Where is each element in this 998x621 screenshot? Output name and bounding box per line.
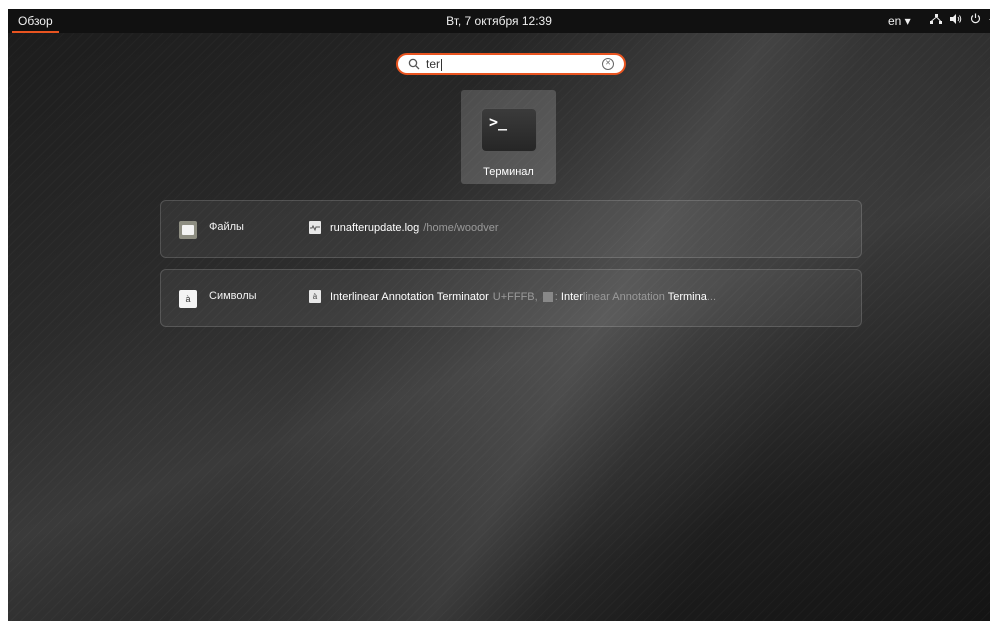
log-file-icon xyxy=(309,221,321,234)
text-cursor xyxy=(441,58,443,71)
char-code: U+FFFB, xyxy=(492,290,538,303)
desc-highlight: Inter xyxy=(560,290,583,303)
search-result-file[interactable]: runafterupdate.log /home/woodver xyxy=(309,221,499,234)
result-title: Interlinear Annotation Terminator xyxy=(330,290,489,303)
characters-icon[interactable]: à xyxy=(179,290,197,308)
terminal-glyph: >_ xyxy=(489,113,508,131)
provider-files: Файлы runafterupdate.log /home/woodver xyxy=(160,200,862,258)
result-description: U+FFFB, : Interlinear Annotation Termina… xyxy=(493,291,716,303)
desc-text: linear Annotation xyxy=(582,290,668,303)
desc-highlight: Termina xyxy=(667,290,707,303)
provider-name[interactable]: Символы xyxy=(209,290,257,302)
folder-icon[interactable] xyxy=(179,221,197,239)
power-icon[interactable] xyxy=(970,9,981,33)
language-selector[interactable]: en ▾ xyxy=(888,9,911,33)
result-title: runafterupdate.log xyxy=(330,221,420,234)
clock-label: Вт, 7 октября 12:39 xyxy=(446,14,552,28)
network-icon[interactable] xyxy=(930,9,942,33)
character-result-icon: à xyxy=(309,290,321,303)
desktop-overview: Обзор Вт, 7 октября 12:39 en ▾ ter ✕ >_ … xyxy=(8,9,990,621)
clear-icon[interactable]: ✕ xyxy=(602,58,614,70)
chevron-down-icon[interactable] xyxy=(989,9,990,33)
system-tray[interactable] xyxy=(930,9,990,33)
volume-icon[interactable] xyxy=(950,9,962,33)
app-label: Терминал xyxy=(483,166,534,178)
top-bar: Обзор Вт, 7 октября 12:39 en ▾ xyxy=(8,9,990,33)
search-icon xyxy=(408,58,420,70)
provider-name[interactable]: Файлы xyxy=(209,221,244,233)
search-text: ter xyxy=(426,57,441,71)
provider-characters: à Символы à Interlinear Annotation Termi… xyxy=(160,269,862,327)
glyph-preview xyxy=(542,291,553,302)
search-result-character[interactable]: à Interlinear Annotation Terminator U+FF… xyxy=(309,290,716,303)
search-entry[interactable]: ter ✕ xyxy=(396,53,626,75)
desc-ellipsis: ... xyxy=(706,290,717,303)
terminal-icon: >_ xyxy=(481,108,537,152)
clock[interactable]: Вт, 7 октября 12:39 xyxy=(8,9,990,33)
app-result-terminal[interactable]: >_ Терминал xyxy=(461,90,556,184)
search-input[interactable]: ter xyxy=(426,57,602,71)
result-path: /home/woodver xyxy=(423,221,499,234)
